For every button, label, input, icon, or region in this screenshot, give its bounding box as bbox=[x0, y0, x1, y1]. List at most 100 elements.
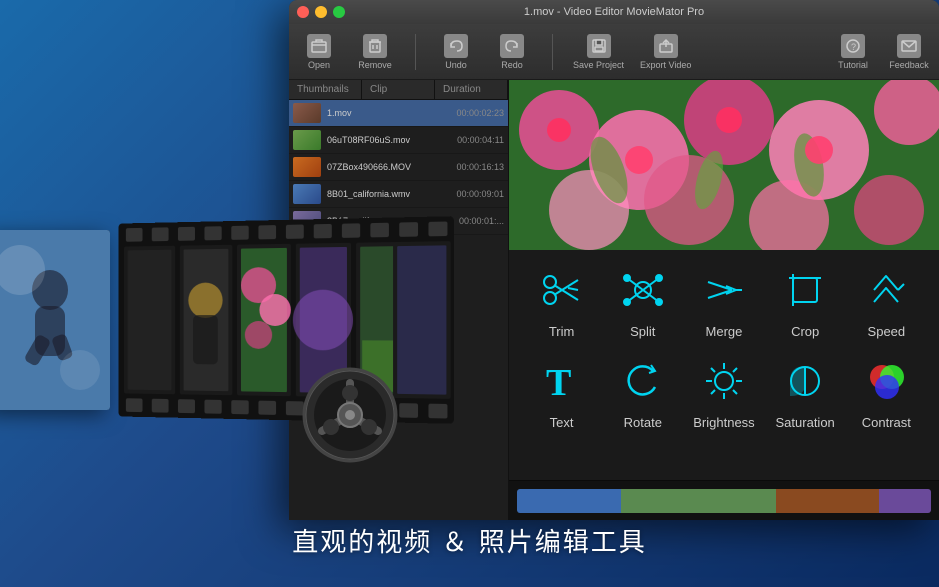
split-label: Split bbox=[630, 324, 655, 339]
undo-icon bbox=[444, 34, 468, 58]
contrast-label: Contrast bbox=[862, 415, 911, 430]
toolbar: Open Remove Undo bbox=[289, 24, 939, 80]
film-reel bbox=[300, 365, 400, 470]
col-clip: Clip bbox=[362, 80, 435, 99]
tutorial-icon: ? bbox=[841, 34, 865, 58]
merge-icon bbox=[702, 268, 746, 312]
film-area bbox=[0, 200, 430, 480]
speed-label: Speed bbox=[868, 324, 906, 339]
undo-label: Undo bbox=[445, 60, 467, 70]
tools-area: Trim bbox=[509, 250, 939, 480]
feedback-label: Feedback bbox=[889, 60, 929, 70]
trim-tool[interactable]: Trim bbox=[522, 262, 602, 339]
feedback-button[interactable]: Feedback bbox=[889, 34, 929, 70]
remove-label: Remove bbox=[358, 60, 392, 70]
timeline-segment-4 bbox=[879, 489, 931, 513]
file-name: 8B01_california.wmv bbox=[327, 189, 452, 199]
split-icon-wrap bbox=[615, 262, 671, 318]
file-duration: 00:00:01:... bbox=[459, 216, 504, 226]
speed-icon-wrap bbox=[858, 262, 914, 318]
crop-tool[interactable]: Crop bbox=[765, 262, 845, 339]
save-label: Save Project bbox=[573, 60, 624, 70]
saturation-tool[interactable]: Saturation bbox=[765, 353, 845, 430]
toolbar-separator-2 bbox=[552, 34, 553, 70]
contrast-icon bbox=[864, 359, 908, 403]
timeline-track[interactable] bbox=[517, 489, 931, 513]
redo-label: Redo bbox=[501, 60, 523, 70]
close-button[interactable] bbox=[297, 6, 309, 18]
rotate-icon-wrap bbox=[615, 353, 671, 409]
trim-icon bbox=[540, 268, 584, 312]
file-duration: 00:00:16:13 bbox=[456, 162, 504, 172]
file-item[interactable]: 06uT08RF06uS.mov 00:00:04:11 bbox=[289, 127, 508, 154]
speed-tool[interactable]: Speed bbox=[846, 262, 926, 339]
merge-icon-wrap bbox=[696, 262, 752, 318]
rotate-icon bbox=[621, 359, 665, 403]
file-item[interactable]: 07ZBox490666.MOV 00:00:16:13 bbox=[289, 154, 508, 181]
film-strip bbox=[119, 216, 454, 424]
text-label: Text bbox=[550, 415, 574, 430]
save-icon bbox=[587, 34, 611, 58]
rotate-label: Rotate bbox=[624, 415, 662, 430]
file-thumbnail bbox=[293, 130, 321, 150]
bottom-tagline: 直观的视频 ＆ 照片编辑工具 bbox=[0, 522, 939, 559]
brightness-label: Brightness bbox=[693, 415, 754, 430]
trim-icon-wrap bbox=[534, 262, 590, 318]
speed-icon bbox=[864, 268, 908, 312]
text-icon: T bbox=[540, 359, 584, 403]
open-label: Open bbox=[308, 60, 330, 70]
text-icon-wrap: T bbox=[534, 353, 590, 409]
person-frame bbox=[0, 230, 110, 410]
file-duration: 00:00:09:01 bbox=[456, 189, 504, 199]
trim-label: Trim bbox=[549, 324, 575, 339]
open-icon bbox=[307, 34, 331, 58]
col-thumbnails: Thumbnails bbox=[289, 80, 362, 99]
tool-row-1: Trim bbox=[521, 262, 927, 339]
crop-icon bbox=[783, 268, 827, 312]
split-tool[interactable]: Split bbox=[603, 262, 683, 339]
tutorial-label: Tutorial bbox=[838, 60, 868, 70]
saturation-icon-wrap bbox=[777, 353, 833, 409]
window-title: 1.mov - Video Editor MovieMator Pro bbox=[524, 6, 704, 18]
merge-tool[interactable]: Merge bbox=[684, 262, 764, 339]
save-button[interactable]: Save Project bbox=[573, 34, 624, 70]
merge-label: Merge bbox=[706, 324, 743, 339]
preview-image bbox=[509, 80, 939, 250]
remove-button[interactable]: Remove bbox=[355, 34, 395, 70]
file-thumbnail bbox=[293, 103, 321, 123]
file-duration: 00:00:02:23 bbox=[456, 108, 504, 118]
feedback-icon bbox=[897, 34, 921, 58]
rotate-tool[interactable]: Rotate bbox=[603, 353, 683, 430]
open-button[interactable]: Open bbox=[299, 34, 339, 70]
redo-button[interactable]: Redo bbox=[492, 34, 532, 70]
col-duration: Duration bbox=[435, 80, 508, 99]
undo-button[interactable]: Undo bbox=[436, 34, 476, 70]
text-tool[interactable]: T Text bbox=[522, 353, 602, 430]
video-preview bbox=[509, 80, 939, 250]
file-item[interactable]: 1.mov 00:00:02:23 bbox=[289, 100, 508, 127]
file-name: 1.mov bbox=[327, 108, 452, 118]
tool-row-2: T Text Rotate bbox=[521, 353, 927, 430]
timeline-segment-2 bbox=[621, 489, 776, 513]
maximize-button[interactable] bbox=[333, 6, 345, 18]
export-label: Export Video bbox=[640, 60, 691, 70]
tutorial-button[interactable]: ? Tutorial bbox=[833, 34, 873, 70]
file-name: 07ZBox490666.MOV bbox=[327, 162, 452, 172]
svg-text:?: ? bbox=[851, 42, 856, 52]
file-name: 06uT08RF06uS.mov bbox=[327, 135, 453, 145]
minimize-button[interactable] bbox=[315, 6, 327, 18]
contrast-icon-wrap bbox=[858, 353, 914, 409]
redo-icon bbox=[500, 34, 524, 58]
right-panel: Trim bbox=[509, 80, 939, 520]
contrast-tool[interactable]: Contrast bbox=[846, 353, 926, 430]
file-thumbnail bbox=[293, 157, 321, 177]
remove-icon bbox=[363, 34, 387, 58]
saturation-label: Saturation bbox=[776, 415, 835, 430]
title-bar: 1.mov - Video Editor MovieMator Pro bbox=[289, 0, 939, 24]
crop-label: Crop bbox=[791, 324, 819, 339]
toolbar-separator-1 bbox=[415, 34, 416, 70]
panel-header: Thumbnails Clip Duration bbox=[289, 80, 508, 100]
brightness-icon-wrap bbox=[696, 353, 752, 409]
export-button[interactable]: Export Video bbox=[640, 34, 691, 70]
brightness-tool[interactable]: Brightness bbox=[684, 353, 764, 430]
